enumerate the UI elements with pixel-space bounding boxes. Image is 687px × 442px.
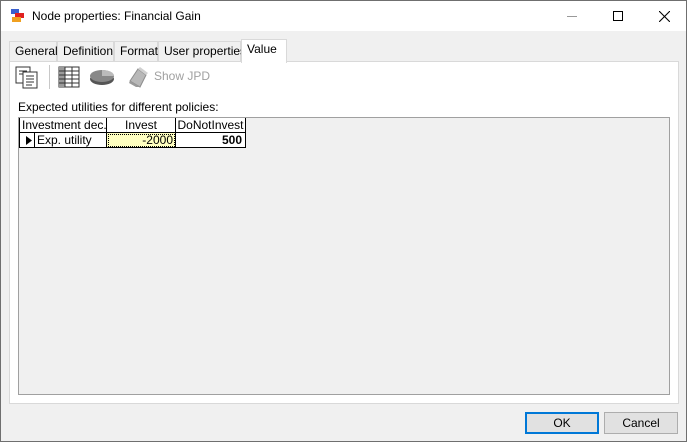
tab-general[interactable]: General [9, 41, 58, 61]
toolbar-separator [49, 65, 50, 89]
tab-definition[interactable]: Definition [57, 41, 114, 61]
cancel-button[interactable]: Cancel [604, 412, 678, 434]
close-icon [659, 11, 670, 22]
tab-format[interactable]: Format [114, 41, 158, 61]
window-title: Node properties: Financial Gain [32, 9, 201, 23]
ok-button[interactable]: OK [525, 412, 599, 434]
row-pointer-icon [26, 136, 32, 145]
table-view-icon[interactable] [57, 65, 83, 89]
close-button[interactable] [641, 1, 687, 31]
grid-header-invest[interactable]: Invest [107, 118, 176, 133]
node-properties-dialog: Node properties: Financial Gain General … [0, 0, 687, 442]
grid-header-decision[interactable]: Investment dec... [19, 118, 107, 133]
row-label: Exp. utility [35, 133, 107, 148]
row-selector[interactable] [19, 133, 35, 148]
show-jpd-label[interactable]: Show JPD [154, 69, 210, 83]
maximize-icon [613, 11, 623, 21]
minimize-button[interactable] [549, 1, 595, 31]
copy-icon[interactable] [14, 65, 40, 89]
grid-header-donotinvest[interactable]: DoNotInvest [176, 118, 246, 133]
app-icon [10, 8, 26, 24]
cell-invest-value[interactable]: -2000 [107, 133, 176, 148]
title-bar: Node properties: Financial Gain [1, 1, 686, 31]
chart-view-icon[interactable] [89, 65, 115, 89]
tab-user-properties[interactable]: User properties [158, 41, 246, 61]
show-jpd-icon[interactable] [126, 65, 152, 89]
minimize-icon [567, 16, 577, 17]
maximize-button[interactable] [595, 1, 641, 31]
section-label: Expected utilities for different policie… [18, 100, 219, 114]
utility-grid: Investment dec... Invest DoNotInvest Exp… [18, 117, 670, 395]
cell-donotinvest-value[interactable]: 500 [176, 133, 246, 148]
tab-value[interactable]: Value [241, 39, 287, 63]
